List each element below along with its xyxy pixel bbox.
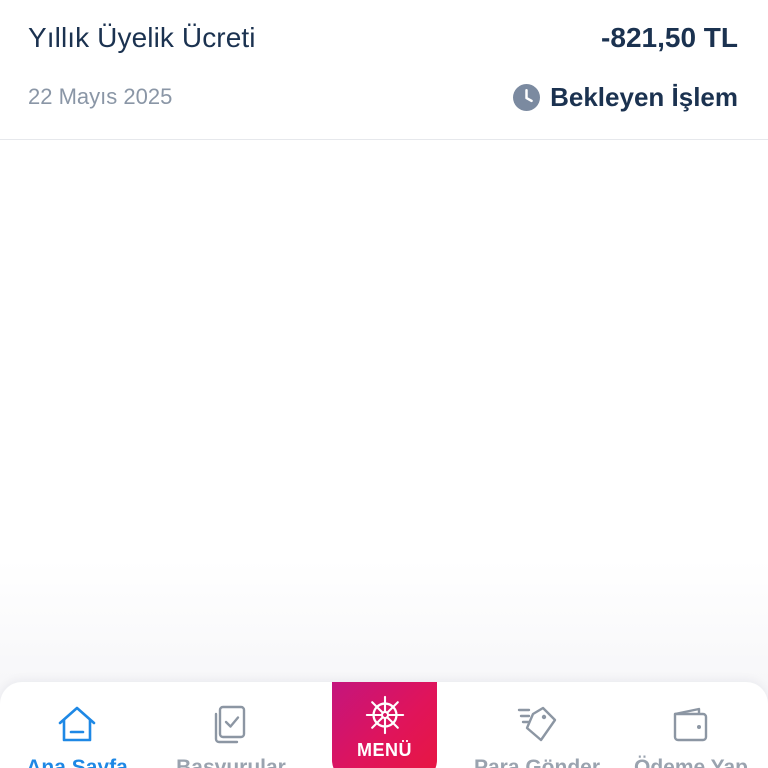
transaction-amount: -821,50 TL: [601, 22, 738, 53]
nav-item-payment[interactable]: Ödeme Yap: [614, 682, 768, 768]
nav-item-send-money-label: Para Gönder: [473, 756, 601, 768]
transaction-title: Yıllık Üyelik Ücreti: [28, 22, 256, 53]
nav-item-send-money[interactable]: Para Gönder: [460, 682, 614, 768]
ship-wheel-icon: [365, 695, 404, 735]
nav-item-payment-label: Ödeme Yap: [633, 756, 748, 768]
menu-button-label: MENÜ: [357, 740, 412, 760]
nav-item-applications-label: Başvurular: [176, 756, 286, 768]
nav-item-applications[interactable]: Başvurular: [154, 682, 308, 768]
transaction-status: Bekleyen İşlem: [513, 82, 738, 113]
send-tag-icon: [517, 706, 557, 742]
home-icon: [58, 706, 96, 742]
transaction-row[interactable]: Yıllık Üyelik Ücreti -821,50 TL 22 Mayıs…: [0, 0, 768, 140]
nav-item-home[interactable]: Ana Sayfa: [0, 682, 154, 768]
nav-item-home-label: Ana Sayfa: [26, 756, 128, 768]
wallet-icon: [673, 707, 708, 742]
documents-check-icon: [214, 705, 246, 744]
transaction-status-label: Bekleyen İşlem: [550, 82, 738, 112]
pending-transaction-screen: Yıllık Üyelik Ücreti -821,50 TL 22 Mayıs…: [0, 0, 768, 768]
menu-button[interactable]: MENÜ: [332, 682, 437, 768]
clock-icon: [513, 84, 541, 111]
transaction-date: 22 Mayıs 2025: [28, 84, 173, 109]
